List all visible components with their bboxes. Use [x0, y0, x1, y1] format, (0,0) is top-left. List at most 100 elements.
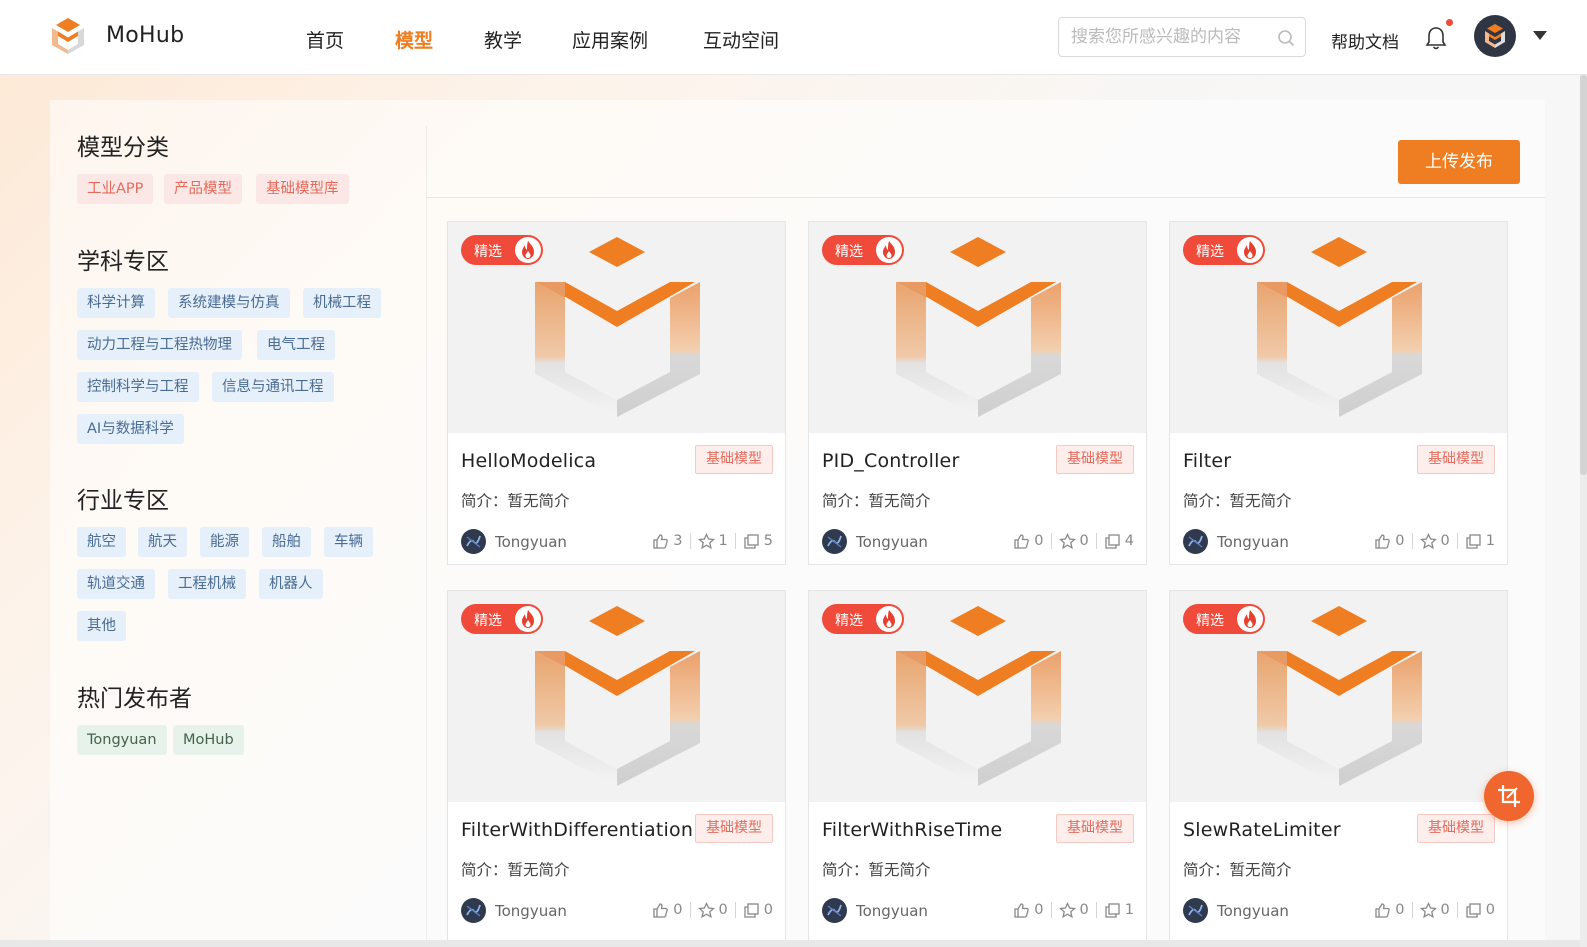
fire-icon	[515, 237, 541, 263]
author-name[interactable]: Tongyuan	[856, 902, 928, 920]
featured-badge-label: 精选	[835, 244, 863, 260]
author-avatar[interactable]	[1183, 529, 1208, 554]
author-name[interactable]: Tongyuan	[495, 533, 567, 551]
section-title-model-category: 模型分类	[77, 135, 169, 161]
like-stat[interactable]: 0	[1374, 902, 1405, 919]
tag-discipline[interactable]: 电气工程	[257, 330, 335, 360]
user-avatar[interactable]	[1474, 15, 1516, 57]
author-name[interactable]: Tongyuan	[495, 902, 567, 920]
nav-models[interactable]: 模型	[395, 26, 433, 53]
like-stat[interactable]: 0	[1013, 902, 1044, 919]
tag-discipline[interactable]: 信息与通讯工程	[212, 372, 334, 402]
model-title[interactable]: FilterWithDifferentiation	[461, 819, 693, 841]
model-card[interactable]: 精选 FilterWithDifferentiation 基础模型 简介：暂无简…	[447, 590, 786, 947]
copy-stat[interactable]: 0	[1465, 902, 1495, 919]
model-card[interactable]: 精选 HelloModelica 基础模型 简介：暂无简介 Tongyuan 3…	[447, 221, 786, 565]
stat-separator	[734, 902, 736, 918]
notification-dot	[1446, 19, 1453, 26]
author-avatar[interactable]	[461, 529, 486, 554]
star-stat[interactable]: 0	[1058, 901, 1089, 919]
author-avatar[interactable]	[822, 529, 847, 554]
star-stat[interactable]: 0	[1419, 532, 1450, 550]
star-stat[interactable]: 0	[697, 901, 728, 919]
mohub-logo-icon[interactable]	[50, 16, 86, 54]
tag-industry[interactable]: 机器人	[259, 569, 323, 599]
copy-icon	[744, 533, 759, 549]
tag-discipline[interactable]: 科学计算	[77, 288, 155, 318]
model-type-tag: 基础模型	[695, 445, 773, 474]
model-thumbnail: 精选	[1170, 222, 1507, 433]
tag-discipline[interactable]: 系统建模与仿真	[168, 288, 290, 318]
star-icon	[697, 532, 715, 549]
tag-industry[interactable]: 车辆	[324, 527, 373, 557]
star-stat[interactable]: 0	[1058, 532, 1089, 550]
model-card[interactable]: 精选 Filter 基础模型 简介：暂无简介 Tongyuan 0 0 1	[1169, 221, 1508, 565]
nav-community[interactable]: 互动空间	[703, 26, 779, 53]
tag-discipline[interactable]: 控制科学与工程	[77, 372, 199, 402]
model-cube-icon	[1257, 237, 1422, 417]
tag-industry[interactable]: 船舶	[262, 527, 311, 557]
model-title[interactable]: HelloModelica	[461, 450, 596, 472]
nav-teaching[interactable]: 教学	[484, 26, 522, 53]
model-card[interactable]: 精选 FilterWithRiseTime 基础模型 简介：暂无简介 Tongy…	[808, 590, 1147, 947]
tag-publisher[interactable]: MoHub	[173, 725, 244, 755]
like-stat[interactable]: 0	[652, 902, 683, 919]
model-title[interactable]: Filter	[1183, 450, 1231, 472]
like-stat[interactable]: 0	[1374, 533, 1405, 550]
copy-stat[interactable]: 1	[1465, 533, 1495, 550]
like-stat[interactable]: 0	[1013, 533, 1044, 550]
author-name[interactable]: Tongyuan	[1217, 902, 1289, 920]
model-card[interactable]: 精选 SlewRateLimiter 基础模型 简介：暂无简介 Tongyuan	[1169, 590, 1508, 947]
tag-discipline[interactable]: 机械工程	[303, 288, 381, 318]
search-icon[interactable]	[1277, 29, 1295, 47]
brand-name[interactable]: MoHub	[106, 23, 184, 48]
author-name[interactable]: Tongyuan	[1217, 533, 1289, 551]
crop-icon	[1498, 785, 1520, 807]
copy-stat[interactable]: 4	[1104, 533, 1134, 550]
tag-industry[interactable]: 其他	[77, 611, 126, 641]
upload-publish-button[interactable]: 上传发布	[1398, 140, 1520, 184]
model-cube-icon	[535, 237, 700, 417]
user-menu-caret-icon[interactable]	[1533, 31, 1547, 40]
tag-discipline[interactable]: AI与数据科学	[77, 414, 184, 444]
star-stat[interactable]: 1	[697, 532, 728, 550]
author-name[interactable]: Tongyuan	[856, 533, 928, 551]
tag-industry[interactable]: 能源	[200, 527, 249, 557]
tag-industrial-app[interactable]: 工业APP	[77, 174, 154, 204]
star-stat[interactable]: 0	[1419, 901, 1450, 919]
copy-stat[interactable]: 0	[743, 902, 773, 919]
help-docs-link[interactable]: 帮助文档	[1331, 28, 1399, 53]
model-title[interactable]: SlewRateLimiter	[1183, 819, 1341, 841]
tag-discipline[interactable]: 动力工程与工程热物理	[77, 330, 242, 360]
copy-count: 4	[1124, 533, 1134, 549]
stat-separator	[1095, 533, 1097, 549]
nav-home[interactable]: 首页	[306, 26, 344, 53]
copy-stat[interactable]: 1	[1104, 902, 1134, 919]
model-stats: 0 0 4	[1013, 531, 1134, 551]
model-title[interactable]: FilterWithRiseTime	[822, 819, 1002, 841]
tag-product-model[interactable]: 产品模型	[164, 174, 242, 204]
author-avatar[interactable]	[1183, 898, 1208, 923]
like-stat[interactable]: 3	[652, 533, 683, 550]
scrollbar-thumb[interactable]	[1580, 75, 1587, 475]
search-input[interactable]	[1071, 26, 1267, 48]
tag-industry[interactable]: 工程机械	[168, 569, 246, 599]
tag-publisher[interactable]: Tongyuan	[77, 725, 167, 755]
toolbar-divider	[427, 197, 1545, 198]
author-avatar[interactable]	[461, 898, 486, 923]
author-avatar[interactable]	[822, 898, 847, 923]
model-card[interactable]: 精选 PID_Controller 基础模型 简介：暂无简介 Tongyuan	[808, 221, 1147, 565]
tag-industry[interactable]: 轨道交通	[77, 569, 155, 599]
nav-cases[interactable]: 应用案例	[572, 26, 648, 53]
crop-tool-button[interactable]	[1484, 771, 1534, 821]
tag-industry[interactable]: 航天	[138, 527, 187, 557]
star-icon	[1058, 532, 1076, 549]
model-title[interactable]: PID_Controller	[822, 450, 959, 472]
copy-stat[interactable]: 5	[743, 533, 773, 550]
horizontal-scrollbar[interactable]	[0, 940, 1580, 947]
author-logo-icon	[1188, 535, 1203, 548]
stat-separator	[689, 902, 691, 918]
tag-industry[interactable]: 航空	[77, 527, 126, 557]
tag-base-library[interactable]: 基础模型库	[256, 174, 349, 204]
bell-icon[interactable]	[1424, 25, 1448, 51]
